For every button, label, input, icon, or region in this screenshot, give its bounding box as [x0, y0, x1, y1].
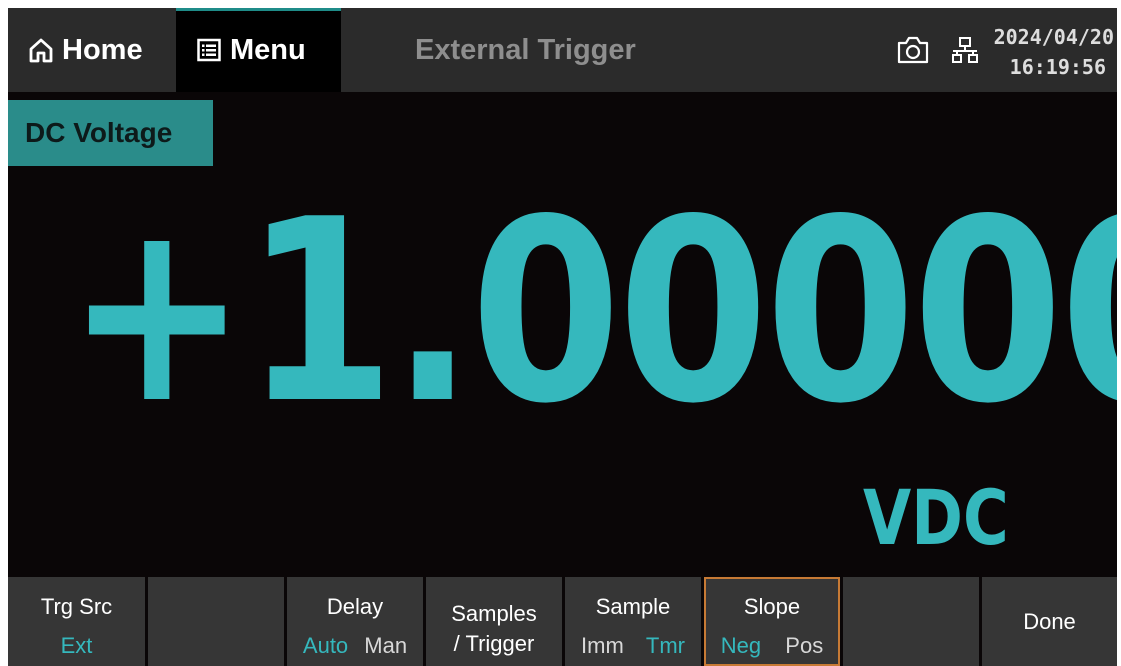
time: 16:19:56: [1009, 55, 1106, 79]
delay-softkey[interactable]: Delay Auto Man: [287, 577, 423, 666]
slope-option-pos: Pos: [785, 633, 824, 658]
instrument-screen: Home Menu External Trigger 2024/04/20 16…: [8, 8, 1117, 666]
sample-softkey[interactable]: Sample Imm Tmr: [565, 577, 701, 666]
measurement-value: +1.000000: [66, 166, 1117, 459]
menu-label: Menu: [230, 33, 306, 66]
softkey-label: Delay: [326, 594, 384, 619]
softkey-value: Ext: [60, 633, 93, 658]
measurement-unit: VDC: [863, 473, 1009, 562]
camera-icon[interactable]: [896, 35, 930, 65]
home-tab[interactable]: Home: [8, 8, 176, 92]
delay-option-auto: Auto: [302, 633, 349, 658]
softkey-bar: Trg Src Ext Delay Auto Man Samples / Tri…: [8, 577, 1117, 666]
home-label: Home: [62, 33, 143, 66]
menu-tab[interactable]: Menu: [176, 8, 341, 92]
softkey-label: Done: [1023, 609, 1076, 634]
samples-trigger-softkey[interactable]: Samples / Trigger: [426, 577, 562, 666]
blank-softkey-1[interactable]: [148, 577, 284, 666]
done-softkey[interactable]: Done: [982, 577, 1117, 666]
menu-list-icon: [197, 38, 221, 62]
softkey-label-line2: / Trigger: [453, 631, 535, 656]
softkey-label-line1: Samples: [451, 601, 537, 626]
home-icon: [29, 38, 53, 63]
slope-option-neg: Neg: [720, 633, 762, 658]
sample-option-tmr: Tmr: [645, 633, 685, 658]
page-title: External Trigger: [415, 33, 636, 66]
top-bar: Home Menu External Trigger 2024/04/20 16…: [8, 8, 1117, 92]
function-label[interactable]: DC Voltage: [8, 100, 213, 166]
delay-option-man: Man: [364, 633, 408, 658]
sample-option-imm: Imm: [581, 633, 624, 658]
softkey-label: Slope: [743, 594, 801, 619]
softkey-label: Sample: [595, 594, 671, 619]
network-icon: [952, 37, 978, 63]
datetime: 2024/04/20 16:19:56: [988, 22, 1114, 82]
slope-softkey[interactable]: Slope Neg Pos: [704, 577, 840, 666]
softkey-label: Trg Src: [40, 594, 113, 619]
trg-src-softkey[interactable]: Trg Src Ext: [8, 577, 145, 666]
blank-softkey-2[interactable]: [843, 577, 979, 666]
date: 2024/04/20: [993, 25, 1114, 49]
